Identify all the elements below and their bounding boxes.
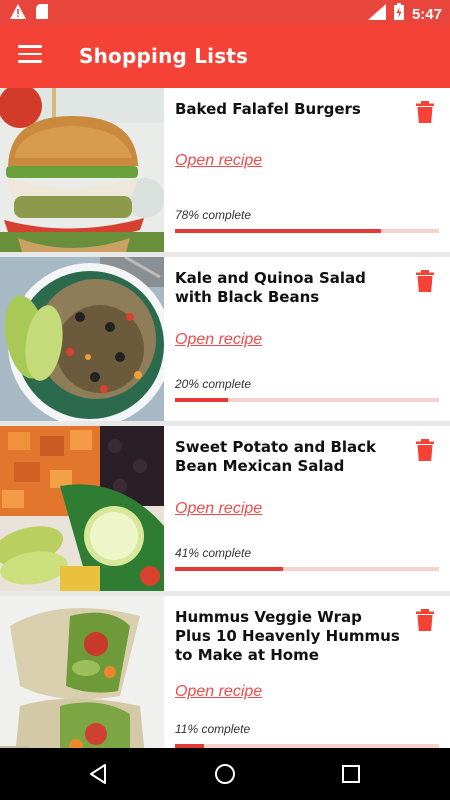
delete-icon[interactable]: [416, 101, 434, 123]
recipe-card: Kale and Quinoa Salad with Black Beans O…: [0, 257, 450, 421]
recipe-card: Sweet Potato and Black Bean Mexican Sala…: [0, 426, 450, 591]
recipe-title: Hummus Veggie Wrap Plus 10 Heavenly Humm…: [175, 608, 400, 664]
delete-icon[interactable]: [416, 609, 434, 631]
navigation-bar: [0, 748, 450, 800]
progress-label: 20% complete: [175, 377, 252, 391]
progress-fill: [175, 229, 381, 233]
recipe-content: Kale and Quinoa Salad with Black Beans O…: [175, 257, 450, 421]
recipe-card: Baked Falafel Burgers Open recipe 78% co…: [0, 88, 450, 252]
recipe-image-falafel-burger[interactable]: [0, 88, 164, 252]
progress-label: 78% complete: [175, 208, 252, 222]
battery-charging-icon: [393, 3, 404, 25]
warning-icon: [10, 4, 26, 24]
recents-icon[interactable]: [339, 762, 363, 786]
menu-icon[interactable]: [18, 45, 42, 67]
progress-bar: [175, 567, 439, 571]
open-recipe-link[interactable]: Open recipe: [175, 500, 262, 518]
delete-icon[interactable]: [416, 439, 434, 461]
progress-bar: [175, 398, 439, 402]
progress-label: 41% complete: [175, 546, 252, 560]
progress-bar: [175, 229, 439, 233]
recipe-title: Kale and Quinoa Salad with Black Beans: [175, 269, 366, 306]
recipe-image-sweet-potato-salad[interactable]: [0, 426, 164, 591]
recipe-image-hummus-wrap[interactable]: [0, 596, 164, 748]
page-title: Shopping Lists: [79, 44, 249, 68]
recipe-content: Baked Falafel Burgers Open recipe 78% co…: [175, 88, 450, 252]
status-bar: 5:47: [0, 0, 450, 25]
progress-fill: [175, 567, 284, 571]
recipe-title: Sweet Potato and Black Bean Mexican Sala…: [175, 438, 377, 475]
recipe-card: Hummus Veggie Wrap Plus 10 Heavenly Humm…: [0, 596, 450, 748]
open-recipe-link[interactable]: Open recipe: [175, 152, 262, 170]
sd-card-icon: [36, 4, 48, 24]
lte-signal-icon: [367, 3, 386, 25]
shopping-list[interactable]: Baked Falafel Burgers Open recipe 78% co…: [0, 88, 450, 748]
progress-fill: [175, 398, 228, 402]
status-time: 5:47: [411, 5, 442, 23]
home-icon[interactable]: [213, 762, 237, 786]
recipe-title: Baked Falafel Burgers: [175, 100, 361, 118]
open-recipe-link[interactable]: Open recipe: [175, 683, 262, 701]
open-recipe-link[interactable]: Open recipe: [175, 331, 262, 349]
app-bar: Shopping Lists: [0, 25, 450, 88]
delete-icon[interactable]: [416, 270, 434, 292]
back-icon[interactable]: [87, 762, 111, 786]
recipe-content: Sweet Potato and Black Bean Mexican Sala…: [175, 426, 450, 591]
progress-label: 11% complete: [175, 722, 251, 736]
recipe-image-kale-quinoa[interactable]: [0, 257, 164, 421]
recipe-content: Hummus Veggie Wrap Plus 10 Heavenly Humm…: [175, 596, 450, 748]
